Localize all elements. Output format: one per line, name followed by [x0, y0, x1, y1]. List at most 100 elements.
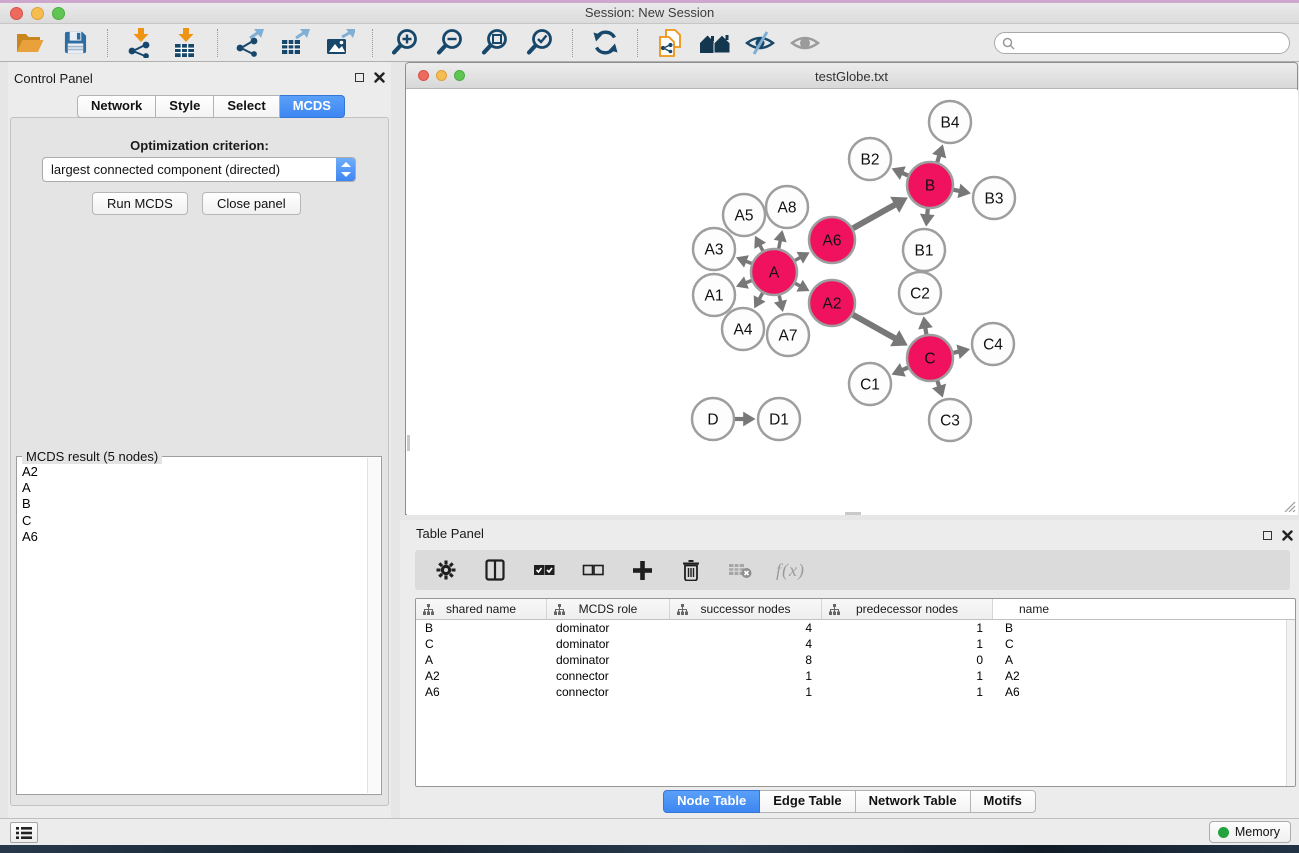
select-all-icon — [533, 561, 555, 579]
graph-node-D1[interactable]: D1 — [758, 398, 800, 440]
graph-node-B4[interactable]: B4 — [929, 101, 971, 143]
tab-network[interactable]: Network — [77, 95, 156, 118]
show-panel-list-button[interactable] — [10, 822, 38, 843]
table-row[interactable]: Adominator80A — [416, 652, 1295, 668]
column-header-successor-nodes[interactable]: successor nodes — [670, 599, 822, 619]
application-window: { "window": { "title": "Session: New Ses… — [0, 0, 1299, 853]
memory-button[interactable]: Memory — [1209, 821, 1291, 843]
graph-node-A2[interactable]: A2 — [809, 280, 855, 326]
toolbar-separator — [372, 29, 373, 57]
deselect-all-rows-button[interactable] — [580, 556, 606, 584]
tab-select[interactable]: Select — [214, 95, 279, 118]
copy-network-style-button[interactable] — [654, 27, 686, 59]
graph-node-label: A4 — [734, 322, 753, 339]
window-titlebar: Session: New Session — [0, 0, 1299, 24]
node-table: shared nameMCDS rolesuccessor nodesprede… — [415, 598, 1296, 787]
table-panel-tabs: Node TableEdge TableNetwork TableMotifs — [663, 790, 1036, 813]
graph-node-A3[interactable]: A3 — [693, 228, 735, 270]
cell-predecessor: 1 — [822, 620, 993, 636]
search-input[interactable] — [1015, 34, 1289, 52]
table-row[interactable]: Bdominator41B — [416, 620, 1295, 636]
hide-selected-button[interactable] — [744, 27, 776, 59]
zoom-out-button[interactable] — [434, 27, 466, 59]
mcds-result-item[interactable]: C — [22, 513, 366, 529]
graph-node-B[interactable]: B — [907, 162, 953, 208]
graph-node-A5[interactable]: A5 — [723, 194, 765, 236]
import-network-button[interactable] — [124, 27, 156, 59]
graph-node-A6[interactable]: A6 — [809, 217, 855, 263]
graph-node-C1[interactable]: C1 — [849, 363, 891, 405]
graph-edge-D-D1[interactable] — [732, 412, 756, 427]
graph-node-B3[interactable]: B3 — [973, 177, 1015, 219]
resize-grip-icon[interactable] — [1283, 500, 1296, 513]
run-mcds-button[interactable]: Run MCDS — [92, 192, 188, 215]
mcds-result-item[interactable]: A2 — [22, 464, 366, 480]
float-panel-icon[interactable] — [355, 73, 364, 82]
network-graph[interactable]: B4 B2 B B3 A8A5 A6 A3 B1 A A1 C2 A2 A4 A7 C4 C C1 C3 D D1 — [407, 90, 1298, 515]
column-header-name[interactable]: name — [993, 599, 1075, 619]
table-row[interactable]: A2connector11A2 — [416, 668, 1295, 684]
tab-mcds[interactable]: MCDS — [280, 95, 345, 118]
delete-column-button[interactable] — [678, 556, 704, 584]
cell-mcds-role: dominator — [547, 620, 670, 636]
zoom-in-button[interactable] — [389, 27, 421, 59]
save-session-button[interactable] — [59, 27, 91, 59]
function-builder-button[interactable]: f(x) — [776, 560, 805, 581]
table-scrollbar[interactable] — [1286, 620, 1295, 786]
graph-node-C3[interactable]: C3 — [929, 399, 971, 441]
graph-node-A7[interactable]: A7 — [767, 314, 809, 356]
export-table-button[interactable] — [279, 27, 311, 59]
mcds-result-item[interactable]: A — [22, 480, 366, 496]
graph-node-C[interactable]: C — [907, 335, 953, 381]
column-header-shared-name[interactable]: shared name — [416, 599, 547, 619]
graph-node-D[interactable]: D — [692, 398, 734, 440]
network-window-titlebar[interactable]: testGlobe.txt — [406, 63, 1297, 89]
table-row[interactable]: Cdominator41C — [416, 636, 1295, 652]
graph-edge-A6-B[interactable] — [850, 197, 907, 230]
graph-node-A4[interactable]: A4 — [722, 308, 764, 350]
canvas-horizontal-scroll-thumb[interactable] — [845, 512, 861, 515]
tab-network-table[interactable]: Network Table — [856, 790, 971, 813]
table-settings-button[interactable] — [433, 556, 459, 584]
close-panel-icon[interactable] — [1282, 530, 1293, 541]
canvas-vertical-scroll-thumb[interactable] — [407, 435, 410, 451]
mcds-list-scrollbar[interactable] — [367, 458, 380, 793]
import-table-button[interactable] — [169, 27, 201, 59]
zoom-selected-button[interactable] — [524, 27, 556, 59]
graph-node-C4[interactable]: C4 — [972, 323, 1014, 365]
mcds-result-item[interactable]: B — [22, 496, 366, 512]
tab-edge-table[interactable]: Edge Table — [760, 790, 855, 813]
export-image-button[interactable] — [324, 27, 356, 59]
network-canvas[interactable]: B4 B2 B B3 A8A5 A6 A3 B1 A A1 C2 A2 A4 A7 C4 C C1 C3 D D1 — [407, 90, 1298, 515]
export-network-button[interactable] — [234, 27, 266, 59]
graph-edge-A2-C[interactable] — [850, 313, 907, 346]
show-all-button[interactable] — [789, 27, 821, 59]
graph-node-A[interactable]: A — [751, 249, 797, 295]
float-panel-icon[interactable] — [1263, 531, 1272, 540]
graph-node-A1[interactable]: A1 — [693, 274, 735, 316]
graph-node-B2[interactable]: B2 — [849, 138, 891, 180]
zoom-fit-button[interactable] — [479, 27, 511, 59]
close-panel-icon[interactable] — [374, 72, 385, 83]
table-row[interactable]: A6connector11A6 — [416, 684, 1295, 700]
column-header-mcds-role[interactable]: MCDS role — [547, 599, 670, 619]
criterion-dropdown[interactable]: largest connected component (directed) — [42, 157, 356, 182]
add-column-button[interactable] — [629, 556, 655, 584]
column-header-predecessor-nodes[interactable]: predecessor nodes — [822, 599, 993, 619]
open-file-button[interactable] — [14, 27, 46, 59]
graph-node-B1[interactable]: B1 — [903, 229, 945, 271]
first-neighbors-button[interactable] — [699, 27, 731, 59]
tab-node-table[interactable]: Node Table — [663, 790, 760, 813]
optimization-criterion-label: Optimization criterion: — [8, 138, 391, 153]
mcds-result-list[interactable]: A2ABCA6 — [18, 458, 366, 793]
close-panel-button[interactable]: Close panel — [202, 192, 301, 215]
mcds-result-item[interactable]: A6 — [22, 529, 366, 545]
show-hide-columns-button[interactable] — [482, 556, 508, 584]
tab-style[interactable]: Style — [156, 95, 214, 118]
graph-node-C2[interactable]: C2 — [899, 272, 941, 314]
delete-table-button[interactable] — [727, 556, 753, 584]
graph-node-A8[interactable]: A8 — [766, 186, 808, 228]
tab-motifs[interactable]: Motifs — [971, 790, 1036, 813]
select-all-rows-button[interactable] — [531, 556, 557, 584]
refresh-button[interactable] — [589, 27, 621, 59]
